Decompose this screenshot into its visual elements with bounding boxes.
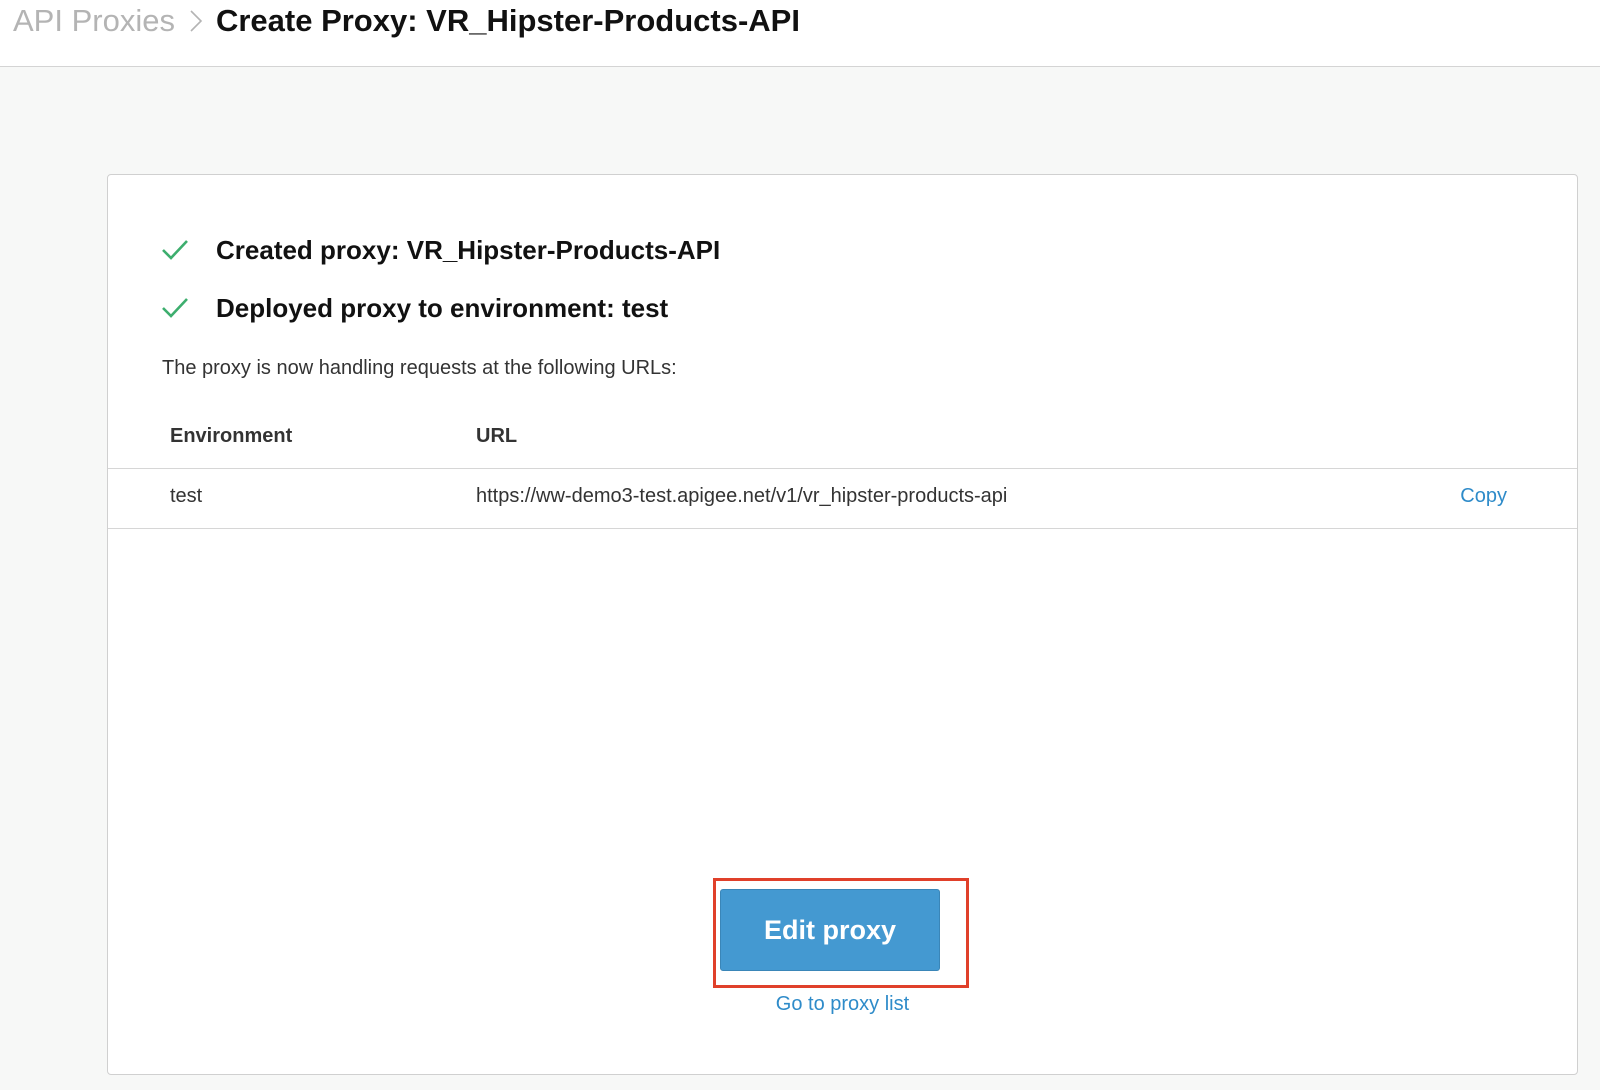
check-icon	[160, 293, 190, 323]
status-text: Deployed proxy to environment: test	[216, 293, 669, 323]
go-to-proxy-list-link: Go to proxy list	[108, 991, 1577, 1017]
chevron-right-icon	[179, 0, 213, 42]
status-created-proxy: Created proxy: VR_Hipster-Products-API	[160, 235, 720, 265]
environment-cell: test	[170, 485, 203, 507]
status-deployed-proxy: Deployed proxy to environment: test	[160, 293, 668, 323]
page-title: Create Proxy: VR_Hipster-Products-API	[215, 3, 800, 38]
go-to-proxy-list-text[interactable]: Go to proxy list	[776, 993, 909, 1015]
page-header: API Proxies Create Proxy: VR_Hipster-Pro…	[0, 0, 1600, 67]
column-header-environment: Environment	[170, 425, 293, 447]
column-header-url: URL	[476, 425, 518, 447]
table-header-row: Environment URL	[108, 413, 1577, 469]
copy-link[interactable]: Copy	[1460, 483, 1507, 509]
edit-proxy-button[interactable]: Edit proxy	[720, 889, 940, 971]
table-row: test https://ww-demo3-test.apigee.net/v1…	[108, 469, 1577, 529]
breadcrumb-api-proxies[interactable]: API Proxies	[13, 0, 175, 42]
urls-table: Environment URL test https://ww-demo3-te…	[108, 413, 1577, 529]
result-card: Created proxy: VR_Hipster-Products-API D…	[107, 174, 1578, 1075]
url-cell: https://ww-demo3-test.apigee.net/v1/vr_h…	[476, 485, 1008, 507]
info-text: The proxy is now handling requests at th…	[162, 357, 677, 379]
check-icon	[160, 235, 190, 265]
status-text: Created proxy: VR_Hipster-Products-API	[216, 235, 721, 265]
